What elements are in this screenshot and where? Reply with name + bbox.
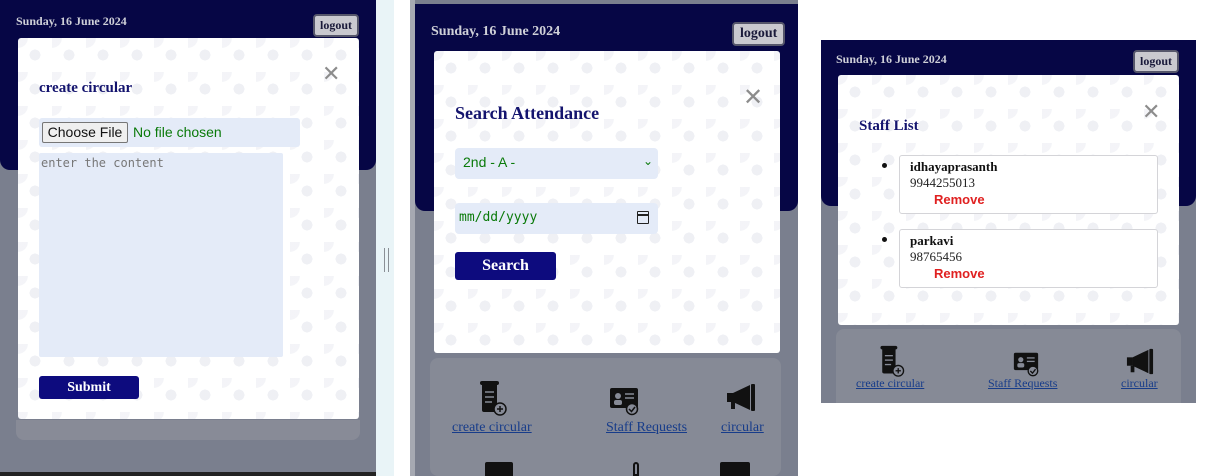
resize-handle[interactable] [384, 248, 389, 272]
staff-phone: 9944255013 [910, 175, 975, 190]
bottom-strip [0, 472, 376, 476]
search-button[interactable]: Search [455, 252, 556, 280]
create-circular-panel: Sunday, 16 June 2024 logout create circu… [0, 0, 376, 476]
tile-circular[interactable]: circular [1066, 329, 1181, 403]
calendar-icon[interactable] [637, 211, 649, 224]
list-bullet [882, 163, 887, 168]
staff-list-item: parkavi 98765456 Remove [899, 229, 1158, 288]
tile-label: circular [721, 420, 764, 435]
staff-name: idhayaprasanth [910, 159, 998, 174]
tile-label: circular [1121, 376, 1158, 390]
logout-button[interactable]: logout [313, 14, 360, 37]
tile-staff-requests[interactable]: Staff Requests [547, 358, 687, 476]
choose-file-button[interactable]: Choose File [42, 122, 128, 143]
tile-label: Staff Requests [988, 376, 1058, 390]
megaphone-icon [1126, 348, 1154, 375]
staff-requests-icon [1013, 352, 1039, 377]
dashboard-grid: create circular Staff Requests circular [836, 329, 1181, 403]
modal-title: Search Attendance [455, 103, 600, 123]
submit-button[interactable]: Submit [39, 376, 139, 399]
tile-create-circular[interactable]: create circular [836, 329, 951, 403]
create-circular-icon [880, 345, 905, 377]
remove-button[interactable]: Remove [934, 192, 985, 207]
close-icon[interactable]: ✕ [1142, 102, 1160, 124]
tile-create-circular[interactable]: create circular [430, 358, 547, 476]
person-icon [633, 462, 639, 476]
header-date: Sunday, 16 June 2024 [431, 24, 561, 39]
document-icon [485, 462, 513, 476]
logout-button[interactable]: logout [732, 22, 786, 46]
header-date: Sunday, 16 June 2024 [836, 52, 947, 66]
modal-title: create circular [39, 80, 133, 96]
date-placeholder: mm/dd/yyyy [459, 210, 538, 225]
background-card [16, 420, 360, 440]
search-attendance-panel: Sunday, 16 June 2024 logout Search Atten… [410, 0, 798, 476]
modal-title: Staff List [859, 118, 919, 134]
tile-label: create circular [452, 420, 532, 435]
close-icon[interactable]: ✕ [322, 64, 340, 86]
file-status: No file chosen [133, 124, 222, 140]
staff-list-panel: Sunday, 16 June 2024 logout Staff List ✕… [821, 40, 1196, 403]
header-date: Sunday, 16 June 2024 [16, 14, 127, 28]
staff-phone: 98765456 [910, 249, 962, 264]
close-icon[interactable]: ✕ [743, 85, 763, 109]
logout-button[interactable]: logout [1133, 50, 1180, 73]
staff-requests-icon [610, 388, 639, 416]
search-attendance-modal: Search Attendance ✕ 2nd - A - ⌄ mm/dd/yy… [434, 51, 780, 353]
tile-label: create circular [856, 376, 925, 390]
date-input[interactable]: mm/dd/yyyy [455, 203, 658, 234]
class-select-value: 2nd - A - [463, 154, 516, 170]
content-textarea[interactable] [39, 153, 283, 357]
staff-list-item: idhayaprasanth 9944255013 Remove [899, 155, 1158, 214]
tile-staff-requests[interactable]: Staff Requests [951, 329, 1066, 403]
file-input[interactable]: Choose File No file chosen [39, 118, 300, 147]
remove-button[interactable]: Remove [934, 266, 985, 281]
dashboard-grid: create circular Staff Requests circular [430, 358, 781, 476]
class-select[interactable]: 2nd - A - ⌄ [455, 148, 658, 179]
list-bullet [882, 237, 887, 242]
screenshot-stage: Sunday, 16 June 2024 logout create circu… [0, 0, 1222, 476]
card-icon [720, 462, 750, 476]
chevron-down-icon: ⌄ [643, 154, 654, 168]
staff-name: parkavi [910, 233, 954, 248]
megaphone-icon [727, 384, 755, 411]
panel-separator [376, 0, 394, 476]
tile-circular[interactable]: circular [664, 358, 781, 476]
create-circular-icon [480, 381, 507, 416]
create-circular-modal: create circular ✕ Choose File No file ch… [18, 38, 359, 419]
staff-list-modal: Staff List ✕ idhayaprasanth 9944255013 R… [838, 75, 1179, 325]
